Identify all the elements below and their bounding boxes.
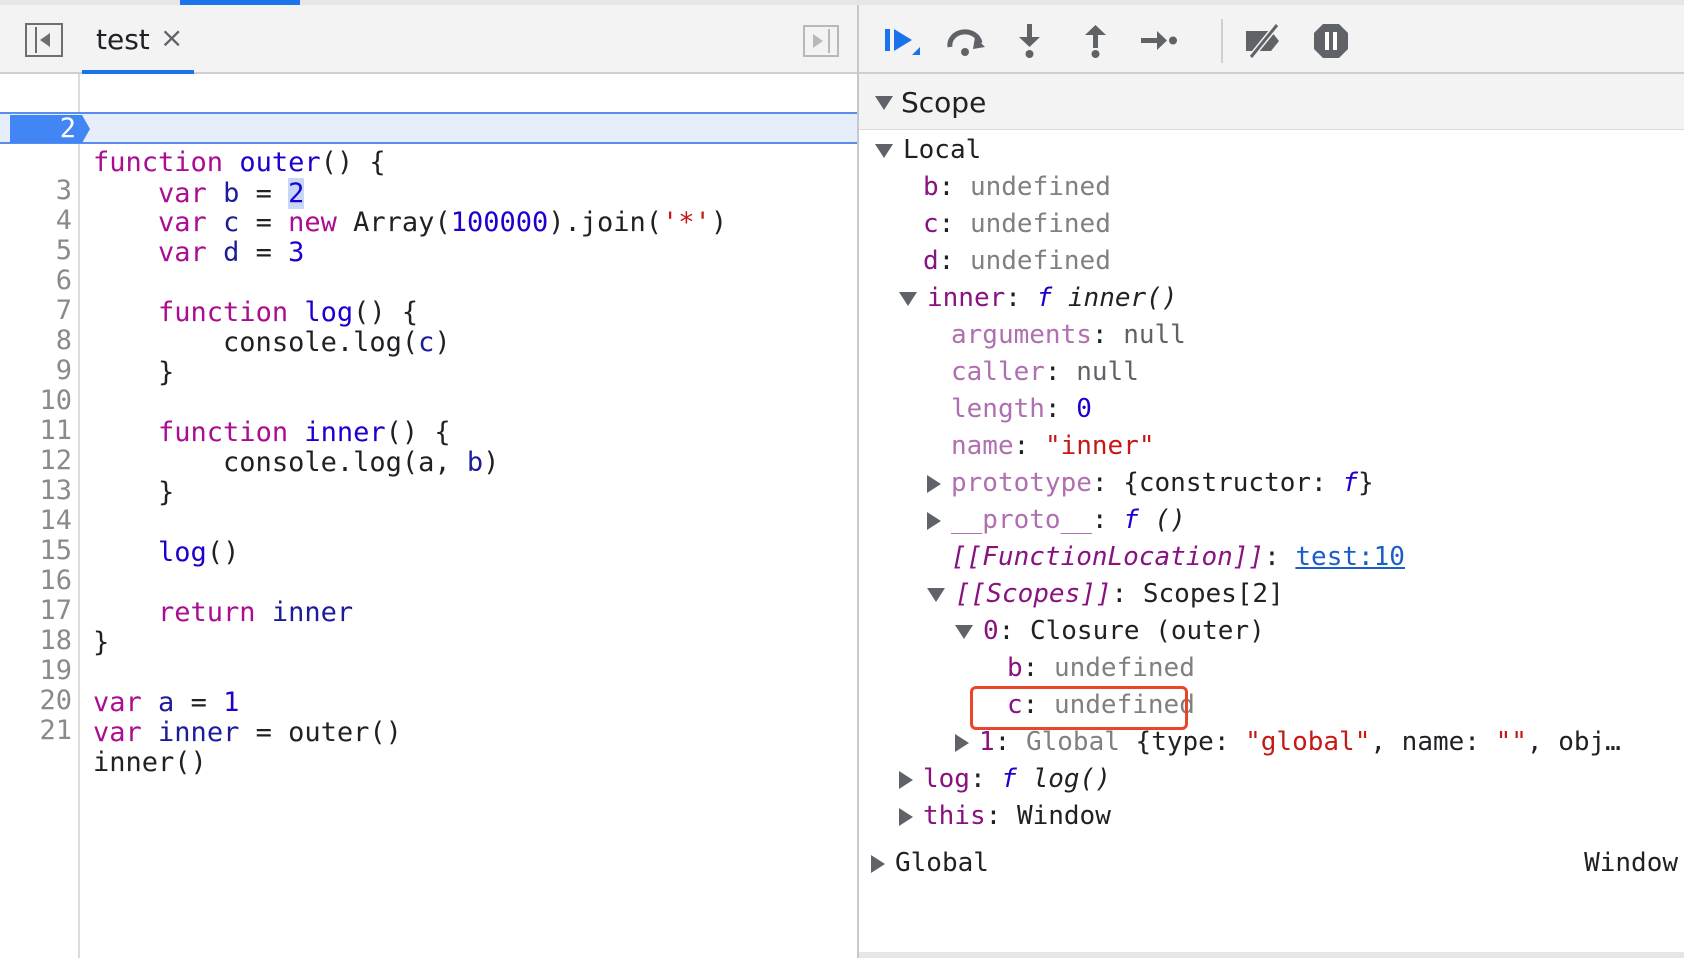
code-line: 19 var a = 1 xyxy=(0,623,857,718)
global-value: Window xyxy=(1584,848,1678,878)
code-line: 15 xyxy=(0,503,857,566)
tree-prop: c: undefined xyxy=(923,209,1111,239)
line-number[interactable]: 21 xyxy=(0,715,72,747)
code-line: 17 } xyxy=(0,563,857,658)
tree-node-global[interactable]: Global xyxy=(871,845,989,881)
expand-arrow-icon[interactable] xyxy=(899,807,913,826)
debugger-pane: Scope Local b: undefined c: undefined d:… xyxy=(859,5,1684,958)
code-line: 9 xyxy=(0,323,857,386)
tree-prop: b: undefined xyxy=(923,172,1111,202)
toggle-debugger-sidebar-icon[interactable] xyxy=(803,25,839,57)
expand-arrow-icon[interactable] xyxy=(871,854,885,873)
code-line: 8 } xyxy=(0,293,857,388)
tree-prop: [[FunctionLocation]]: test:10 xyxy=(951,542,1405,572)
tree-node-closure[interactable]: 0: Closure (outer) xyxy=(955,613,1265,649)
step-icon[interactable] xyxy=(1139,21,1179,61)
step-into-icon[interactable] xyxy=(1009,21,1049,61)
code-line: 13 xyxy=(0,443,857,506)
tab-test[interactable]: test × xyxy=(82,5,194,74)
code-line: 18 xyxy=(0,593,857,656)
step-out-icon[interactable] xyxy=(1075,21,1115,61)
expand-arrow-icon[interactable] xyxy=(955,733,969,752)
tree-node-prototype[interactable]: prototype: {constructor: f} xyxy=(927,465,1374,501)
resume-icon[interactable] xyxy=(882,21,922,61)
breakpoint-marker[interactable]: 2 xyxy=(10,115,90,143)
expand-arrow-icon[interactable] xyxy=(927,511,941,530)
code-line: 20 var inner = outer() xyxy=(0,653,857,748)
tree-node-proto[interactable]: __proto__: f () xyxy=(927,502,1186,538)
code-line: 12 } xyxy=(0,413,857,508)
code-line: 21 inner() xyxy=(0,683,857,778)
tree-node-scopes[interactable]: [[Scopes]]: Scopes[2] xyxy=(927,576,1284,612)
scope-tree: Local b: undefined c: undefined d: undef… xyxy=(859,130,1684,958)
tree-prop: b: undefined xyxy=(1007,653,1195,683)
scope-section-header[interactable]: Scope xyxy=(859,74,1684,130)
code-line: 16 return inner xyxy=(0,533,857,628)
toolbar-separator xyxy=(1221,19,1223,63)
tree-node-log[interactable]: log: f log() xyxy=(899,761,1111,797)
function-location-link[interactable]: test:10 xyxy=(1295,542,1405,572)
code-line: 10 function inner() { xyxy=(0,353,857,448)
tree-prop: length: 0 xyxy=(951,394,1092,424)
tree-prop: name: "inner" xyxy=(951,431,1155,461)
editor-tabbar: test × xyxy=(0,5,857,74)
code-line: 7 console.log(c) xyxy=(0,263,857,358)
collapse-arrow-icon[interactable] xyxy=(955,624,973,639)
expand-arrow-icon[interactable] xyxy=(927,474,941,493)
debugger-toolbar xyxy=(859,5,1684,74)
collapse-arrow-icon[interactable] xyxy=(899,291,917,306)
expand-arrow-icon[interactable] xyxy=(899,770,913,789)
source-editor-pane: test × 1 function outer() { 2 var b = 2 … xyxy=(0,5,859,958)
collapse-arrow-icon[interactable] xyxy=(875,143,893,158)
close-icon[interactable]: × xyxy=(160,21,183,54)
scope-title: Scope xyxy=(901,86,987,119)
code-line: 1 function outer() { xyxy=(0,83,857,178)
tree-node-this[interactable]: this: Window xyxy=(899,798,1111,834)
pause-on-exceptions-icon[interactable] xyxy=(1311,21,1351,61)
code-line: 3 var c = new Array(100000).join('*') xyxy=(0,143,857,238)
code-area[interactable]: 1 function outer() { 2 var b = 2 3 var c… xyxy=(0,74,857,958)
code-line: 6 function log() { xyxy=(0,233,857,328)
deactivate-breakpoints-icon[interactable] xyxy=(1243,21,1283,61)
bottom-border xyxy=(859,952,1684,958)
expand-arrow-icon[interactable] xyxy=(875,96,893,110)
code-line: 5 xyxy=(0,203,857,266)
tree-prop: caller: null xyxy=(951,357,1139,387)
code-line: 11 console.log(a, b) xyxy=(0,383,857,478)
step-over-icon[interactable] xyxy=(945,21,985,61)
tree-node-local[interactable]: Local xyxy=(875,132,981,168)
tree-prop: arguments: null xyxy=(951,320,1186,350)
toggle-navigator-icon[interactable] xyxy=(25,23,63,57)
code-line: 4 var d = 3 xyxy=(0,173,857,268)
code-line-current: 2 var b = 2 xyxy=(0,112,857,209)
tree-node-inner[interactable]: inner: f inner() xyxy=(899,280,1177,316)
code-line: 14 log() xyxy=(0,473,857,568)
tree-prop: d: undefined xyxy=(923,246,1111,276)
collapse-arrow-icon[interactable] xyxy=(927,587,945,602)
tab-title: test xyxy=(96,23,150,56)
highlight-annotation-box xyxy=(970,686,1188,730)
